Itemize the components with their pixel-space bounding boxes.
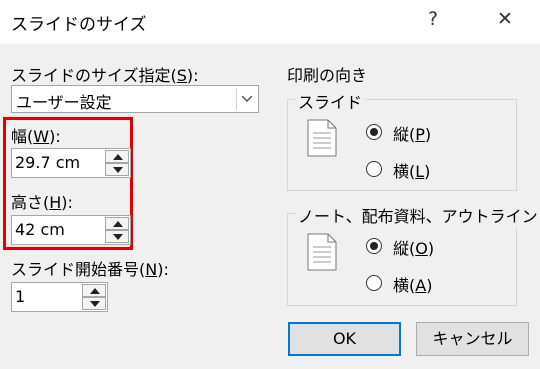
- start-number-label: スライド開始番号(N):: [11, 256, 169, 280]
- start-number-value: 1: [15, 287, 26, 306]
- height-up-button[interactable]: [105, 217, 129, 230]
- notes-portrait-prefix: 縦(: [393, 239, 416, 258]
- start-number-spinner[interactable]: 1: [11, 282, 108, 312]
- notes-landscape-key: A: [415, 276, 427, 295]
- width-label: 幅(W):: [11, 123, 61, 147]
- triangle-up-icon: [113, 221, 123, 227]
- width-label-prefix: 幅(: [11, 127, 34, 146]
- slide-size-select[interactable]: ユーザー設定: [11, 85, 259, 113]
- width-label-suffix: ):: [49, 127, 61, 146]
- start-number-label-key: N: [145, 260, 158, 279]
- slides-portrait-label[interactable]: 縦(P): [393, 121, 431, 145]
- notes-portrait-suffix: ): [427, 239, 435, 258]
- height-label: 高さ(H):: [11, 189, 73, 213]
- window-title: スライドのサイズ: [11, 15, 147, 35]
- slides-group-title: スライド: [295, 89, 366, 113]
- notes-group-title: ノート、配布資料、アウトライン: [295, 203, 540, 227]
- slide-size-label: スライドのサイズ指定(S):: [11, 62, 199, 86]
- height-label-key: H: [49, 193, 62, 212]
- orientation-heading: 印刷の向き: [287, 66, 368, 85]
- slides-portrait-key: P: [415, 125, 425, 144]
- width-up-button[interactable]: [105, 150, 129, 163]
- slide-size-label-prefix: スライドのサイズ指定(: [11, 66, 177, 85]
- ok-button[interactable]: OK: [288, 322, 401, 356]
- width-down-button[interactable]: [105, 163, 129, 176]
- portrait-page-icon: [307, 119, 337, 157]
- width-label-key: W: [33, 127, 50, 146]
- triangle-up-icon: [90, 288, 100, 294]
- slide-size-label-suffix: ):: [186, 66, 199, 85]
- start-number-label-prefix: スライド開始番号(: [11, 260, 146, 279]
- height-label-suffix: ):: [61, 193, 73, 212]
- notes-landscape-suffix: ): [426, 276, 433, 295]
- slides-portrait-suffix: ): [424, 125, 432, 144]
- slides-landscape-radio[interactable]: [366, 161, 382, 177]
- notes-portrait-key: O: [415, 239, 428, 258]
- start-number-up-button[interactable]: [82, 284, 106, 297]
- close-button[interactable]: ✕: [492, 8, 518, 30]
- height-value: 42 cm: [15, 220, 65, 239]
- height-label-prefix: 高さ(: [11, 193, 50, 212]
- slides-landscape-prefix: 横(: [393, 162, 416, 181]
- start-number-down-button[interactable]: [82, 297, 106, 310]
- slide-size-value: ユーザー設定: [16, 93, 112, 112]
- help-button[interactable]: ?: [420, 8, 446, 30]
- slides-landscape-key: L: [415, 162, 425, 181]
- slide-size-label-key: S: [176, 66, 187, 85]
- notes-landscape-prefix: 横(: [393, 276, 416, 295]
- triangle-down-icon: [113, 234, 123, 240]
- slides-portrait-radio[interactable]: [366, 124, 382, 140]
- slides-landscape-label[interactable]: 横(L): [393, 158, 430, 182]
- triangle-down-icon: [113, 167, 123, 173]
- triangle-down-icon: [90, 301, 100, 307]
- height-spinner[interactable]: 42 cm: [11, 215, 131, 245]
- portrait-page-icon: [307, 233, 337, 271]
- triangle-up-icon: [113, 154, 123, 160]
- width-value: 29.7 cm: [15, 153, 81, 172]
- slides-landscape-suffix: ): [424, 162, 431, 181]
- cancel-button[interactable]: キャンセル: [416, 322, 529, 356]
- height-down-button[interactable]: [105, 230, 129, 243]
- notes-landscape-radio[interactable]: [366, 275, 382, 291]
- slides-portrait-prefix: 縦(: [393, 125, 416, 144]
- notes-portrait-label[interactable]: 縦(O): [393, 235, 434, 259]
- notes-portrait-radio[interactable]: [366, 238, 382, 254]
- start-number-label-suffix: ):: [157, 260, 169, 279]
- notes-landscape-label[interactable]: 横(A): [393, 272, 432, 296]
- width-spinner[interactable]: 29.7 cm: [11, 148, 131, 178]
- chevron-down-icon[interactable]: [236, 88, 256, 110]
